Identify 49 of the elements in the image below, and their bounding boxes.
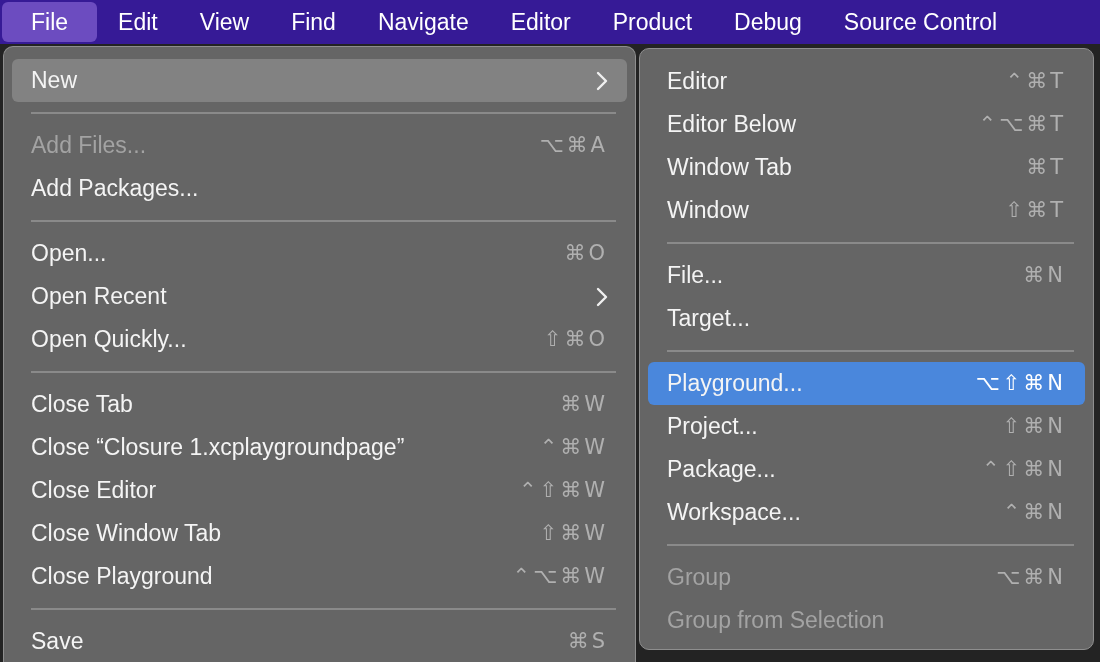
menu-bar-item[interactable]: Find bbox=[270, 2, 357, 42]
menu-item[interactable]: New bbox=[12, 59, 627, 102]
shortcut-keys: ⌥⌘A bbox=[539, 129, 608, 162]
menu-item[interactable]: Open Recent bbox=[12, 275, 627, 318]
menu-item[interactable]: Window Tab ⌘T bbox=[648, 146, 1085, 189]
menu-item[interactable]: Workspace... ⌃⌘N bbox=[648, 491, 1085, 534]
menu-bar-item[interactable]: File bbox=[2, 2, 98, 42]
menu-bar-item[interactable]: View bbox=[178, 2, 271, 42]
shortcut-keys: ⌘N bbox=[1023, 259, 1066, 292]
shortcut-keys: ⌘W bbox=[560, 388, 608, 421]
shortcut-keys: ⇧⌘W bbox=[539, 517, 608, 550]
menu-bar-item[interactable]: Source Control bbox=[822, 2, 1019, 42]
menu-item[interactable]: Close “Closure 1.xcplaygroundpage” ⌃⌘W bbox=[12, 426, 627, 469]
menu-item[interactable]: Target... bbox=[648, 297, 1085, 340]
menu-item[interactable]: File... ⌘N bbox=[648, 254, 1085, 297]
menu-item[interactable]: Close Editor ⌃⇧⌘W bbox=[12, 469, 627, 512]
shortcut-keys: ⌃⇧⌘W bbox=[519, 474, 608, 507]
menu-bar-item[interactable]: Edit bbox=[97, 2, 179, 42]
menu-item[interactable]: Package... ⌃⇧⌘N bbox=[648, 448, 1085, 491]
shortcut-keys: ⇧⌘T bbox=[1005, 194, 1066, 227]
menu-bar-item[interactable]: Navigate bbox=[356, 2, 490, 42]
menu-item[interactable]: Close Tab ⌘W bbox=[12, 383, 627, 426]
menu-item[interactable]: Close Playground ⌃⌥⌘W bbox=[12, 555, 627, 598]
shortcut-keys: ⇧⌘O bbox=[543, 323, 608, 356]
menu-item[interactable]: Open Quickly... ⇧⌘O bbox=[12, 318, 627, 361]
shortcut-keys: ⇧⌘N bbox=[1002, 410, 1066, 443]
shortcut-keys: ⌥⌘N bbox=[996, 561, 1066, 594]
menu-item[interactable]: Open... ⌘O bbox=[12, 232, 627, 275]
shortcut-keys: ⌥⇧⌘N bbox=[975, 367, 1066, 400]
shortcut-keys: ⌘O bbox=[564, 237, 608, 270]
shortcut-keys: ⌃⌘T bbox=[1005, 65, 1066, 98]
shortcut-keys: ⌃⌘N bbox=[1002, 496, 1066, 529]
shortcut-keys: ⌘S bbox=[567, 625, 608, 658]
shortcut-keys: ⌃⌥⌘T bbox=[978, 108, 1066, 141]
menu-item[interactable]: Project... ⇧⌘N bbox=[648, 405, 1085, 448]
menu-item[interactable]: Save ⌘S bbox=[12, 620, 627, 662]
menu-bar-item[interactable]: Debug bbox=[713, 2, 823, 42]
menu-bar-item[interactable]: Product bbox=[591, 2, 714, 42]
menu-item[interactable]: Close Window Tab ⇧⌘W bbox=[12, 512, 627, 555]
menu-item[interactable]: Window ⇧⌘T bbox=[648, 189, 1085, 232]
menu-item[interactable]: Editor Below ⌃⌥⌘T bbox=[648, 103, 1085, 146]
shortcut-keys: ⌘T bbox=[1026, 151, 1066, 184]
menu-bar-item[interactable]: Editor bbox=[489, 2, 592, 42]
menu-item[interactable]: Add Packages... bbox=[12, 167, 627, 210]
shortcut-keys: ⌃⇧⌘N bbox=[982, 453, 1066, 486]
shortcut-keys: ⌃⌥⌘W bbox=[512, 560, 608, 593]
shortcut-keys: ⌃⌘W bbox=[539, 431, 608, 464]
menu-item[interactable]: Playground... ⌥⇧⌘N bbox=[648, 362, 1085, 405]
menu-item[interactable]: Editor ⌃⌘T bbox=[648, 60, 1085, 103]
